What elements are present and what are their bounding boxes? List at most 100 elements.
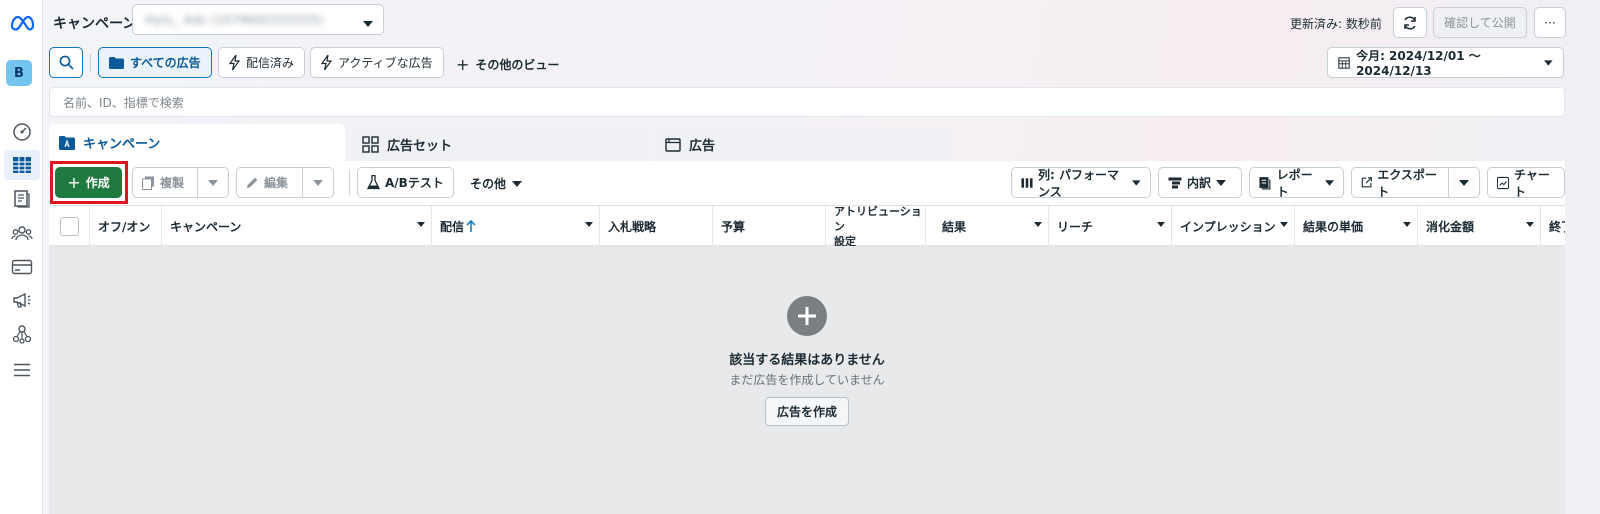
breakdown-button[interactable]: 内訳 [1158, 167, 1242, 198]
column-onoff[interactable]: オフ/オン [90, 206, 162, 246]
column-campaign[interactable]: キャンペーン [162, 206, 432, 246]
export-button[interactable]: エクスポート [1351, 167, 1449, 199]
table-header: オフ/オン キャンペーン 配信 入札戦略 予算 アトリビューション 設定 結果 … [49, 204, 1565, 248]
view-all-ads[interactable]: すべての広告 [98, 47, 212, 78]
create-button[interactable]: + 作成 [55, 167, 122, 198]
column-amount-spent[interactable]: 消化金額 [1418, 206, 1541, 246]
divider [90, 54, 91, 72]
plus-circle-icon [787, 296, 827, 336]
other-views-label: その他のビュー [475, 58, 560, 72]
column-cost-per-result[interactable]: 結果の単価 [1295, 206, 1418, 246]
chart-icon [1497, 176, 1509, 189]
pencil-icon [247, 177, 258, 188]
column-spend-label: 消化金額 [1426, 219, 1475, 234]
column-attribution[interactable]: アトリビューション 設定 [826, 204, 926, 248]
refresh-button[interactable] [1393, 7, 1427, 38]
lightning-icon [321, 55, 332, 70]
select-all-checkbox-cell [49, 206, 90, 246]
date-range-picker[interactable]: 今月: 2024/12/01 〜 2024/12/13 [1327, 47, 1564, 78]
grid-icon [362, 136, 379, 153]
column-delivery[interactable]: 配信 [432, 206, 600, 246]
ad-account-select[interactable]: Hylu_ Ads (1079605555555) [132, 4, 384, 35]
empty-state: 該当する結果はありません まだ広告を作成していません 広告を作成 [49, 246, 1565, 514]
column-campaign-label: キャンペーン [170, 219, 242, 234]
duplicate-button[interactable]: 複製 [132, 167, 198, 198]
chevron-down-icon [512, 180, 523, 187]
chevron-down-icon [417, 222, 425, 227]
chevron-down-icon [1324, 179, 1335, 186]
search-button[interactable] [49, 47, 83, 78]
column-bid-strategy[interactable]: 入札戦略 [600, 206, 713, 246]
hierarchy-icon[interactable] [7, 319, 37, 349]
left-navigation-rail: B [0, 0, 43, 514]
view-active-ads[interactable]: アクティブな広告 [310, 47, 444, 78]
column-impressions-label: インプレッション [1180, 219, 1276, 234]
empty-state-title: 該当する結果はありません [729, 353, 885, 368]
chevron-down-icon [1280, 222, 1288, 227]
chevron-down-icon [1157, 222, 1165, 227]
menu-icon[interactable] [7, 355, 37, 385]
chevron-down-icon [1216, 179, 1227, 186]
view-active-ads-label: アクティブな広告 [338, 56, 433, 70]
ad-window-icon [665, 137, 681, 152]
export-dropdown[interactable] [1448, 167, 1480, 198]
column-cost-per-result-label: 結果の単価 [1303, 219, 1364, 234]
column-budget-label: 予算 [721, 219, 746, 234]
column-results[interactable]: 結果 [926, 206, 1049, 246]
edit-button[interactable]: 編集 [236, 167, 303, 198]
tab-ads-label: 広告 [689, 139, 716, 154]
chevron-down-icon [363, 16, 373, 30]
duplicate-label: 複製 [160, 176, 185, 190]
pages-icon[interactable] [7, 184, 37, 214]
account-avatar[interactable]: B [6, 60, 32, 86]
search-input[interactable]: 名前、ID、指標で検索 [49, 87, 1565, 117]
edit-label: 編集 [264, 176, 289, 190]
edit-dropdown[interactable] [302, 167, 334, 198]
more-options-button[interactable]: ··· [1534, 7, 1566, 38]
calendar-icon [1338, 56, 1350, 69]
column-attribution-label-1: アトリビューション [834, 204, 922, 233]
tab-ad-sets[interactable]: 広告セット [352, 128, 648, 161]
breakdown-icon [1168, 177, 1182, 188]
view-delivered[interactable]: 配信済み [218, 47, 306, 78]
tab-ads[interactable]: 広告 [655, 128, 951, 161]
columns-label: 列: パフォーマンス [1037, 167, 1119, 199]
audience-icon[interactable] [7, 218, 37, 248]
lightning-icon [229, 55, 240, 70]
tab-campaigns-label: キャンペーン [83, 137, 161, 152]
level-tabs: キャンペーン 広告セット 広告 [49, 124, 1565, 161]
main-area: キャンペーン Hylu_ Ads (1079605555555) 更新済み: 数… [43, 0, 1600, 514]
columns-button[interactable]: 列: パフォーマンス [1011, 167, 1151, 199]
ab-test-button[interactable]: A/Bテスト [357, 167, 454, 198]
review-publish-button[interactable]: 確認して公開 [1433, 7, 1527, 38]
billing-icon[interactable] [7, 252, 37, 282]
create-ad-button[interactable]: 広告を作成 [765, 397, 849, 426]
flask-icon [367, 175, 380, 190]
export-label: エクスポート [1377, 167, 1437, 199]
other-views-button[interactable]: + その他のビュー [456, 55, 559, 74]
column-impressions[interactable]: インプレッション [1172, 206, 1295, 246]
empty-state-subtitle: まだ広告を作成していません [729, 373, 885, 387]
search-icon [59, 55, 74, 70]
top-bar: キャンペーン Hylu_ Ads (1079605555555) 更新済み: 数… [43, 0, 1600, 44]
select-all-checkbox[interactable] [59, 216, 79, 236]
column-budget[interactable]: 予算 [713, 206, 826, 246]
more-actions-button[interactable]: その他 [470, 175, 523, 192]
column-ends[interactable]: 終了 [1541, 206, 1565, 246]
chevron-down-icon [1034, 222, 1042, 227]
chart-button[interactable]: チャート [1487, 167, 1565, 199]
dashboard-icon[interactable] [7, 117, 37, 147]
reports-button[interactable]: レポート [1249, 167, 1344, 199]
chart-label: チャート [1513, 167, 1550, 199]
tab-campaigns[interactable]: キャンペーン [49, 124, 345, 161]
meta-logo-icon[interactable] [7, 8, 37, 38]
megaphone-icon[interactable] [7, 285, 37, 315]
ads-manager-table-icon[interactable] [4, 150, 40, 180]
chevron-down-icon [208, 179, 218, 186]
chevron-down-icon [1459, 179, 1469, 186]
chevron-down-icon [1526, 222, 1534, 227]
duplicate-dropdown[interactable] [197, 167, 229, 198]
column-reach[interactable]: リーチ [1049, 206, 1172, 246]
more-actions-label: その他 [470, 177, 507, 191]
create-label: 作成 [85, 176, 110, 190]
